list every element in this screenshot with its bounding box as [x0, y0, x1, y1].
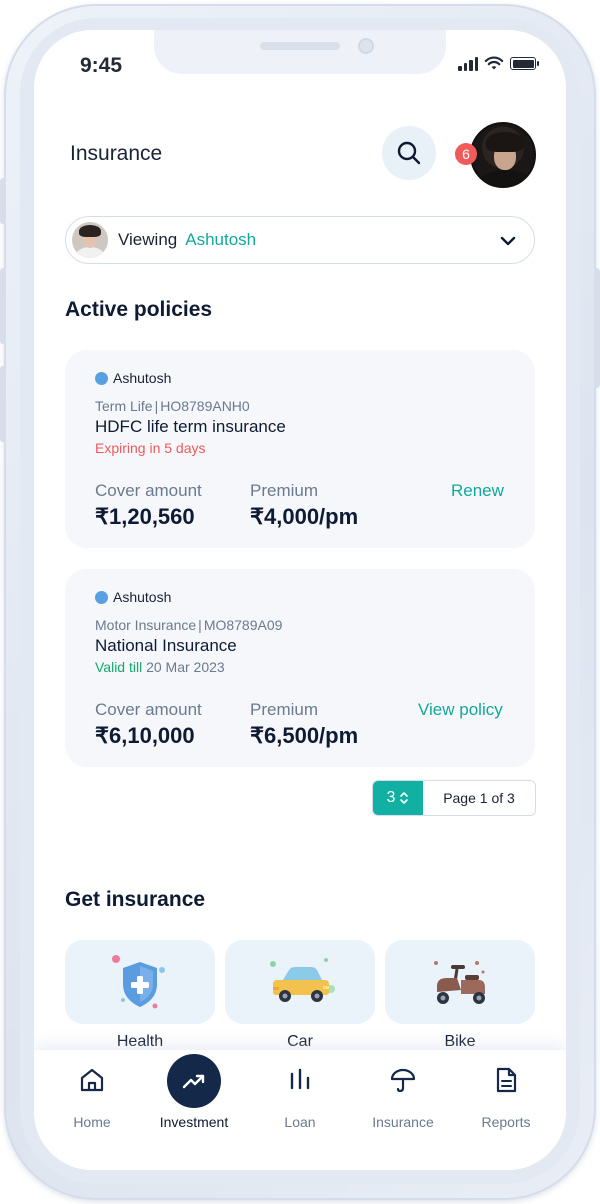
- policy-type: Term Life: [95, 398, 153, 414]
- policy-owner: Ashutosh: [95, 370, 171, 386]
- bottom-navigation: Home Investment Loan Insurance Reports: [34, 1050, 566, 1170]
- car-icon: [270, 958, 335, 1002]
- app-screen: 9:45 Insurance 6 Viewing Ashutosh Active: [34, 30, 566, 1170]
- cover-amount-label: Cover amount: [95, 481, 202, 500]
- policy-owner-name: Ashutosh: [113, 370, 172, 386]
- policy-number: MO8789A09: [203, 617, 283, 633]
- policy-status-suffix: 20 Mar 2023: [142, 659, 225, 675]
- home-icon: [80, 1068, 104, 1092]
- nav-item-investment[interactable]: Investment: [142, 1050, 246, 1170]
- viewing-name: Ashutosh: [185, 230, 257, 249]
- scooter-icon: [434, 961, 485, 1004]
- insurance-tile-car[interactable]: [225, 940, 375, 1024]
- active-policies-title: Active policies: [65, 298, 213, 321]
- policy-number: HO8789ANH0: [160, 398, 250, 414]
- nav-item-reports[interactable]: Reports: [454, 1050, 558, 1170]
- pagination: 3 Page 1 of 3: [372, 780, 536, 816]
- speaker-grille: [260, 42, 340, 50]
- policy-card[interactable]: Ashutosh Motor Insurance | MO8789A09 Natio…: [65, 569, 535, 767]
- page-size-value: 3: [386, 789, 396, 806]
- renew-link[interactable]: Renew: [451, 481, 504, 501]
- search-icon: [397, 141, 421, 165]
- nav-item-home[interactable]: Home: [40, 1050, 144, 1170]
- page-size-select[interactable]: 3: [373, 781, 423, 815]
- nav-label: Reports: [481, 1114, 531, 1130]
- page-title: Insurance: [70, 142, 163, 165]
- wifi-icon: [484, 56, 504, 70]
- status-icons: [458, 56, 539, 71]
- policy-type: Motor Insurance: [95, 617, 197, 633]
- policy-name: HDFC life term insurance: [95, 417, 286, 436]
- policy-status: Valid till 20 Mar 2023: [95, 659, 225, 675]
- signal-icon: [458, 56, 478, 71]
- nav-label: Investment: [159, 1114, 229, 1130]
- get-insurance-title: Get insurance: [65, 888, 206, 911]
- nav-label: Loan: [284, 1114, 316, 1130]
- front-camera: [358, 38, 374, 54]
- phone-notch: [154, 30, 446, 74]
- view-policy-link[interactable]: View policy: [418, 700, 503, 720]
- phone-side-button: [0, 366, 6, 442]
- phone-side-button: [0, 268, 6, 344]
- premium-value: ₹4,000/pm: [250, 504, 359, 529]
- viewing-avatar: [72, 222, 108, 258]
- trending-up-icon: [182, 1074, 205, 1089]
- policy-status-prefix: Expiring in 5 days: [95, 440, 206, 456]
- profile-avatar[interactable]: [470, 122, 536, 188]
- insurance-tile-health[interactable]: [65, 940, 215, 1024]
- viewing-selector[interactable]: Viewing Ashutosh: [65, 216, 535, 264]
- umbrella-icon: [390, 1068, 416, 1093]
- viewing-label: Viewing: [118, 230, 178, 249]
- nav-label: Insurance: [372, 1114, 434, 1130]
- policy-status: Expiring in 5 days: [95, 440, 206, 456]
- insurance-tile-bike[interactable]: [385, 940, 535, 1024]
- bar-chart-icon: [290, 1068, 310, 1090]
- premium-label: Premium: [250, 481, 319, 500]
- insurance-tile-label: Bike: [444, 1033, 476, 1050]
- policy-owner-name: Ashutosh: [113, 589, 172, 605]
- nav-item-insurance[interactable]: Insurance: [351, 1050, 455, 1170]
- battery-icon: [510, 57, 539, 70]
- policy-meta: Motor Insurance | MO8789A09: [95, 617, 283, 633]
- cover-amount-value: ₹6,10,000: [95, 723, 195, 748]
- premium-value: ₹6,500/pm: [250, 723, 359, 748]
- cover-amount-value: ₹1,20,560: [95, 504, 195, 529]
- page-indicator: Page 1 of 3: [443, 790, 515, 806]
- policy-meta: Term Life | HO8789ANH0: [95, 398, 250, 414]
- policy-owner: Ashutosh: [95, 589, 171, 605]
- chevron-down-icon: [500, 236, 516, 246]
- insurance-tile-label: Car: [287, 1033, 313, 1050]
- phone-side-button: [0, 178, 6, 224]
- updown-chevron-icon: [400, 792, 409, 804]
- notification-badge[interactable]: 6: [455, 143, 477, 165]
- owner-dot: [95, 590, 108, 604]
- policy-card[interactable]: Ashutosh Term Life | HO8789ANH0 HDFC life …: [65, 350, 535, 548]
- cover-amount-label: Cover amount: [95, 700, 202, 719]
- phone-side-button: [594, 268, 600, 388]
- nav-item-loan[interactable]: Loan: [248, 1050, 352, 1170]
- policy-name: National Insurance: [95, 636, 237, 655]
- nav-active-indicator: [167, 1054, 221, 1108]
- nav-label: Home: [73, 1114, 111, 1130]
- health-shield-icon: [112, 955, 165, 1009]
- status-time: 9:45: [80, 54, 123, 77]
- policy-status-prefix: Valid till: [95, 659, 143, 675]
- search-button[interactable]: [382, 126, 436, 180]
- document-icon: [496, 1067, 517, 1093]
- insurance-tile-label: Health: [116, 1033, 164, 1050]
- premium-label: Premium: [250, 700, 319, 719]
- owner-dot: [95, 371, 108, 385]
